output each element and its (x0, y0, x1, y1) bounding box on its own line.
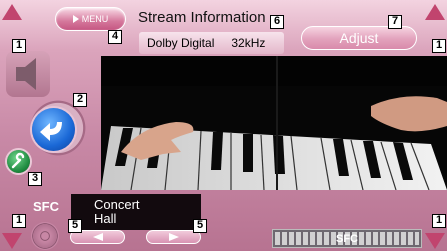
callout-1-top-left: 1 (12, 39, 26, 53)
callout-3: 3 (28, 172, 42, 186)
callout-4: 4 (108, 30, 122, 44)
callout-5-left: 5 (68, 219, 82, 233)
arrow-left-icon (92, 233, 103, 241)
sfc-mode-display: Concert Hall (71, 194, 201, 230)
sfc-label: SFC (33, 199, 59, 214)
stream-info-box: Dolby Digital 32kHz (139, 32, 284, 54)
return-arrow-icon (40, 122, 62, 141)
stream-information-screen: MENU Stream Information Dolby Digital 32… (0, 0, 447, 251)
audio-format-text: Dolby Digital (147, 36, 215, 50)
speaker-icon (16, 58, 36, 90)
callout-1-bottom-left: 1 (12, 214, 26, 228)
scroll-up-left-icon[interactable] (2, 4, 22, 20)
menu-button-label: MENU (81, 14, 109, 24)
video-playback-area[interactable] (101, 56, 447, 190)
setup-button[interactable] (7, 150, 30, 173)
return-button[interactable] (32, 108, 75, 151)
callout-1-bottom-right: 1 (432, 214, 446, 228)
sfc-mode-line2: Hall (94, 211, 117, 226)
callout-5-right: 5 (193, 219, 207, 233)
scroll-up-right-icon[interactable] (425, 4, 445, 20)
piano-video-frame (101, 56, 447, 190)
sfc-meter-label: SFC (336, 232, 358, 245)
callout-1-top-right: 1 (432, 39, 446, 53)
play-icon (72, 15, 79, 23)
wrench-icon (11, 152, 25, 169)
adjust-button[interactable]: Adjust (301, 26, 417, 50)
sample-rate-text: 32kHz (231, 36, 266, 50)
scroll-down-right-icon[interactable] (425, 233, 445, 249)
disc-icon (31, 222, 59, 250)
speaker-button[interactable] (6, 51, 50, 97)
callout-2: 2 (73, 93, 87, 107)
menu-button[interactable]: MENU (55, 7, 126, 31)
callout-7: 7 (388, 15, 402, 29)
sfc-level-meter: SFC (272, 229, 422, 248)
arrow-right-icon (168, 233, 179, 241)
page-title: Stream Information (138, 9, 266, 26)
callout-6: 6 (270, 15, 284, 29)
scroll-down-left-icon[interactable] (2, 233, 22, 249)
sfc-mode-line1: Concert (94, 197, 140, 212)
